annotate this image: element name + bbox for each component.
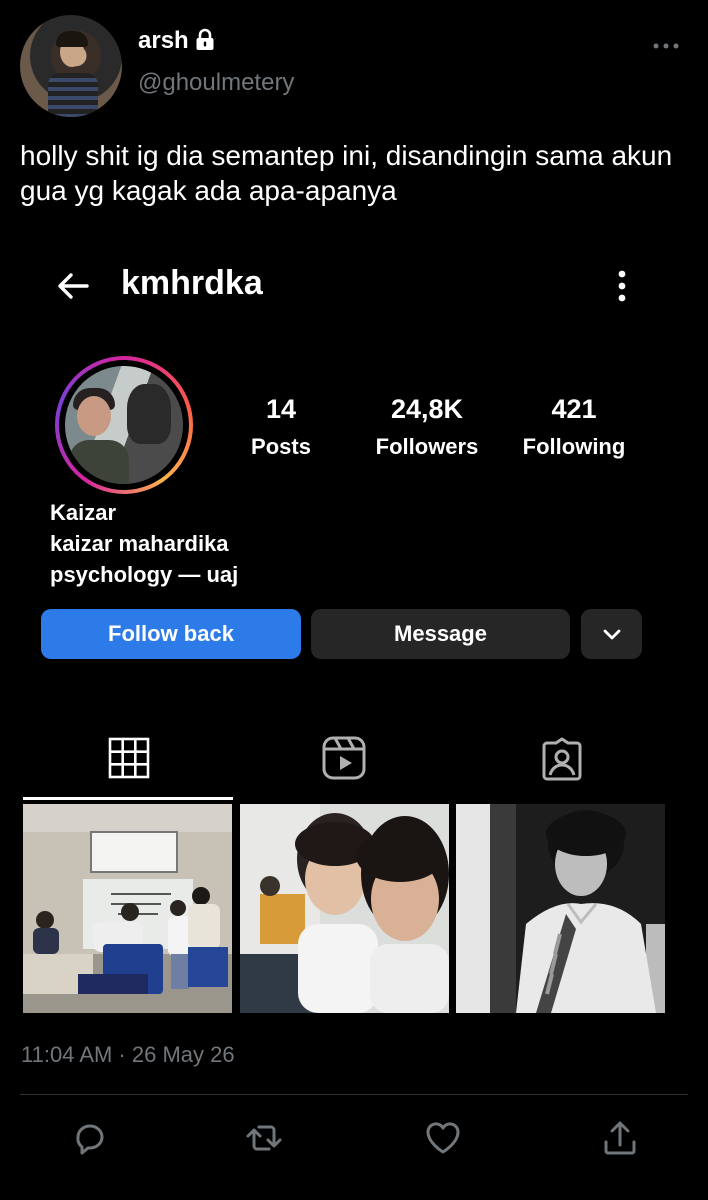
message-button[interactable]: Message bbox=[311, 609, 570, 659]
author-handle[interactable]: @ghoulmetery bbox=[138, 69, 294, 97]
stat-following[interactable]: 421 Following bbox=[509, 394, 639, 460]
more-vertical-icon[interactable] bbox=[608, 266, 636, 306]
post-thumbnail[interactable] bbox=[23, 804, 232, 1013]
bio-description: psychology — uaj bbox=[50, 562, 239, 587]
follow-back-button[interactable]: Follow back bbox=[41, 609, 301, 659]
stat-posts-value: 14 bbox=[265, 394, 297, 424]
stat-posts[interactable]: 14 Posts bbox=[216, 394, 346, 460]
post-thumbnail[interactable] bbox=[240, 804, 449, 1013]
grid-icon[interactable] bbox=[106, 735, 152, 781]
bio-full-name: kaizar mahardika bbox=[50, 531, 229, 556]
more-horizontal-icon[interactable] bbox=[652, 36, 680, 56]
reels-icon[interactable] bbox=[321, 735, 367, 781]
stat-following-label: Following bbox=[522, 434, 626, 459]
suggested-dropdown-button[interactable] bbox=[581, 609, 642, 659]
stat-followers-label: Followers bbox=[375, 434, 479, 459]
divider bbox=[20, 1094, 688, 1095]
tagged-icon[interactable] bbox=[539, 737, 585, 783]
tweet-timestamp[interactable]: 11:04 AM · 26 May 26 bbox=[21, 1042, 235, 1068]
author-display-name[interactable]: arsh bbox=[138, 27, 189, 55]
reply-icon[interactable] bbox=[70, 1118, 110, 1158]
share-icon[interactable] bbox=[600, 1118, 640, 1158]
bio-name: Kaizar bbox=[50, 500, 117, 525]
post-thumbnail[interactable] bbox=[456, 804, 665, 1013]
chevron-down-icon bbox=[603, 629, 620, 640]
stat-followers-value: 24,8K bbox=[390, 394, 464, 424]
profile-avatar[interactable] bbox=[55, 356, 193, 494]
ig-username: kmhrdka bbox=[121, 264, 263, 302]
lock-icon bbox=[196, 28, 214, 50]
retweet-icon[interactable] bbox=[244, 1118, 284, 1158]
tweet-text: holly shit ig dia semantep ini, disandin… bbox=[20, 140, 673, 206]
heart-icon[interactable] bbox=[423, 1118, 463, 1158]
back-arrow-icon[interactable] bbox=[55, 268, 91, 304]
stat-following-value: 421 bbox=[551, 394, 597, 424]
stat-posts-label: Posts bbox=[251, 434, 311, 459]
active-tab-indicator bbox=[23, 797, 233, 800]
stat-followers[interactable]: 24,8K Followers bbox=[362, 394, 492, 460]
author-avatar[interactable] bbox=[20, 15, 122, 117]
